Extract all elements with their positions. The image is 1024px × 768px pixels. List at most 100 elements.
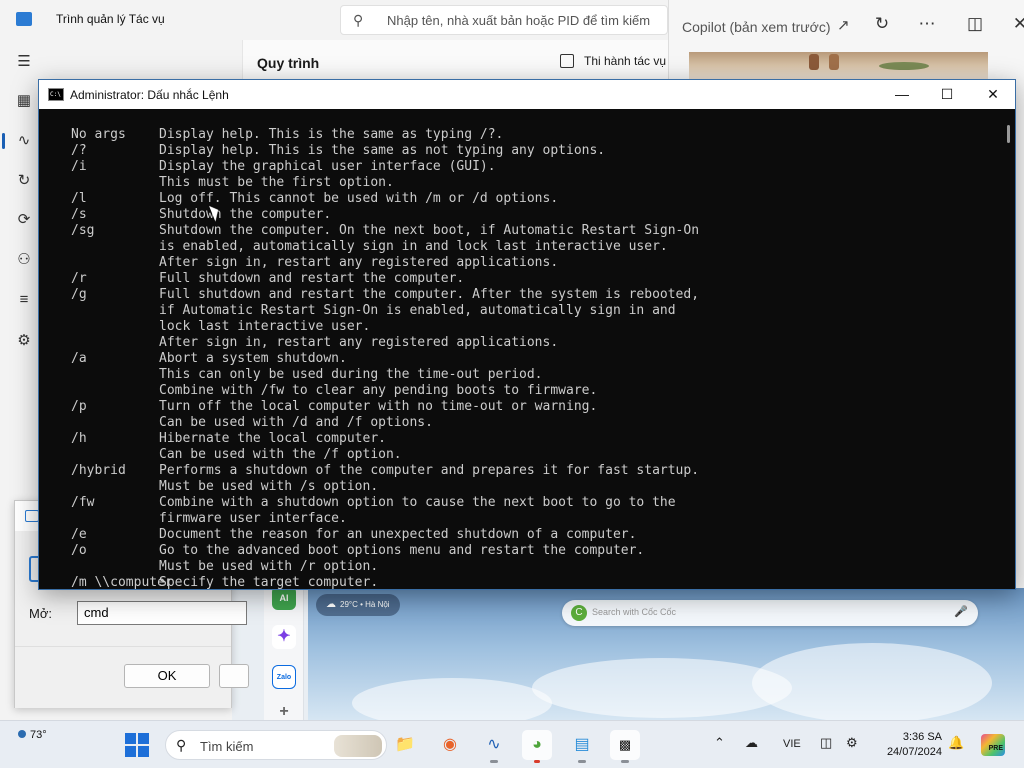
running-indicator — [534, 760, 540, 763]
startup-icon[interactable]: ⟳ — [14, 210, 34, 230]
console-description: lock last interactive user. — [159, 319, 371, 334]
console-switch: /r — [71, 271, 87, 286]
show-hidden-icons-chevron-icon[interactable]: ⌃ — [714, 735, 725, 751]
weather-button[interactable]: 73° — [18, 729, 47, 741]
display-icon[interactable]: ◫ — [820, 735, 832, 751]
copilot-banner-image — [689, 52, 988, 79]
console-line: /sg Shutdown the computer. On the next bo… — [71, 223, 699, 239]
task-manager-title: Trình quản lý Tác vụ — [56, 12, 165, 26]
cmd-titlebar[interactable]: C:\ Administrator: Dấu nhắc Lệnh — ☐ ✕ — [39, 80, 1015, 109]
console-line: /hybrid Performs a shutdown of the comput… — [71, 463, 699, 479]
command-prompt-taskbar-icon[interactable]: ▩ — [610, 730, 640, 763]
console-description: Shutdown the computer. — [159, 207, 332, 222]
task-manager-search-input[interactable]: ⚲ Nhập tên, nhà xuất bản hoặc PID để tìm… — [340, 5, 668, 35]
language-indicator[interactable]: VIE — [783, 738, 801, 750]
console-line: lock last interactive user. — [71, 319, 370, 335]
console-line: After sign in, restart any registered ap… — [71, 335, 558, 351]
console-switch: /e — [71, 527, 87, 542]
file-explorer-icon[interactable]: 📁 — [390, 730, 420, 760]
firefox-icon[interactable]: ◉ — [435, 730, 465, 760]
console-line: /m \\computerSpecify the target computer… — [71, 575, 378, 589]
console-description: Display help. This is the same as not ty… — [159, 143, 606, 158]
console-description: This must be the first option. — [159, 175, 394, 190]
network-offline-icon[interactable]: ☁ — [745, 735, 758, 751]
console-description: Must be used with /s option. — [159, 479, 379, 494]
hamburger-icon[interactable]: ☰ — [14, 52, 34, 72]
more-options-icon[interactable]: ⋯ — [916, 14, 938, 34]
open-external-icon[interactable]: ↗ — [837, 16, 850, 34]
cancel-button[interactable] — [219, 664, 249, 688]
open-input[interactable]: cmd — [77, 601, 247, 625]
refresh-icon[interactable]: ↻ — [871, 14, 893, 34]
coccoc-search-box[interactable]: C Search with Cốc Cốc 🎤 — [562, 600, 978, 626]
history-icon[interactable]: ↻ — [14, 171, 34, 191]
search-highlight-image — [334, 735, 382, 757]
details-icon[interactable]: ≡ — [14, 290, 34, 310]
cmd-app-icon: C:\ — [48, 88, 64, 101]
processes-icon[interactable]: ▦ — [14, 91, 34, 111]
run-new-task-button[interactable]: Thi hành tác vụ — [560, 54, 666, 68]
add-icon[interactable]: + — [272, 700, 296, 720]
taskbar-search-label: Tìm kiếm — [200, 739, 254, 754]
windows-logo-icon — [125, 733, 136, 744]
temperature-text: 73° — [30, 729, 47, 741]
coccoc-logo-icon: C — [571, 605, 587, 621]
banner-decoration — [809, 54, 819, 70]
task-manager-titlebar: Trình quản lý Tác vụ ⚲ Nhập tên, nhà xuấ… — [0, 0, 668, 40]
coccoc-search-placeholder: Search with Cốc Cốc — [592, 607, 677, 617]
run-task-icon — [560, 54, 574, 68]
performance-icon[interactable]: ∿ — [14, 131, 34, 151]
console-line: /i Display the graphical user interface (… — [71, 159, 496, 175]
notification-bell-icon[interactable]: 🔔 — [948, 735, 964, 751]
windows-logo-icon — [138, 733, 149, 744]
users-icon[interactable]: ⚇ — [14, 250, 34, 270]
console-description: Document the reason for an unexpected sh… — [159, 527, 637, 542]
close-icon[interactable]: ✕ — [978, 84, 1008, 104]
cloud — [352, 678, 552, 720]
running-indicator — [578, 760, 586, 763]
console-scrollbar[interactable] — [1001, 109, 1015, 589]
running-indicator — [490, 760, 498, 763]
search-icon: ⚲ — [353, 12, 364, 28]
console-description: Shutdown the computer. On the next boot,… — [159, 223, 700, 238]
system-clock[interactable]: 3:36 SA 24/07/2024 — [878, 730, 942, 760]
console-output[interactable]: No args Display help. This is the same as… — [39, 109, 999, 589]
scrollbar-thumb[interactable] — [1007, 125, 1010, 143]
ai-app-icon[interactable]: AI — [272, 588, 296, 610]
search-placeholder: Nhập tên, nhà xuất bản hoặc PID để tìm k… — [387, 13, 651, 28]
nav-selection-indicator — [2, 133, 5, 149]
run-dialog-taskbar-icon[interactable]: ▤ — [567, 730, 597, 763]
messenger-icon[interactable]: ✦ — [272, 625, 296, 649]
console-description: Full shutdown and restart the computer. — [159, 271, 465, 286]
services-icon[interactable]: ⚙ — [14, 331, 34, 351]
coccoc-browser-icon[interactable]: ◕ — [522, 730, 552, 763]
task-manager-app-icon — [16, 12, 32, 26]
console-description: Can be used with the /f option. — [159, 447, 402, 462]
console-line: This can only be used during the time-ou… — [71, 367, 543, 383]
console-line: /s Shutdown the computer. — [71, 207, 331, 223]
ok-button[interactable]: OK — [124, 664, 210, 688]
weather-widget[interactable]: ☁ 29°C • Hà Nội — [316, 594, 400, 616]
banner-decoration — [879, 62, 929, 70]
settings-gear-icon[interactable]: ⚙ — [846, 735, 858, 751]
start-button[interactable] — [125, 733, 149, 757]
console-description: Full shutdown and restart the computer. … — [159, 287, 700, 302]
banner-decoration — [829, 54, 839, 70]
side-panel-icon[interactable]: ◫ — [964, 14, 986, 34]
desktop-area: AI ✦ Zalo + ☁ 29°C • Hà Nội C Search with… — [232, 588, 1024, 720]
close-icon[interactable]: ✕ — [1009, 14, 1024, 34]
taskbar-search[interactable]: ⚲ Tìm kiếm — [165, 730, 387, 760]
copilot-pre-icon[interactable]: PRE — [981, 734, 1005, 756]
windows-logo-icon — [125, 746, 136, 757]
console-line: Must be used with /s option. — [71, 479, 378, 495]
maximize-icon[interactable]: ☐ — [932, 84, 962, 104]
minimize-icon[interactable]: — — [887, 84, 917, 104]
running-indicator — [621, 760, 629, 763]
console-description: Go to the advanced boot options menu and… — [159, 543, 645, 558]
console-switch: /o — [71, 543, 87, 558]
microphone-icon[interactable]: 🎤 — [954, 605, 968, 618]
task-manager-taskbar-icon[interactable]: ∿ — [479, 730, 509, 763]
browser-sidebar-dock: AI ✦ Zalo + — [264, 588, 304, 720]
console-line: Combine with /fw to clear any pending bo… — [71, 383, 597, 399]
zalo-icon[interactable]: Zalo — [272, 665, 296, 689]
